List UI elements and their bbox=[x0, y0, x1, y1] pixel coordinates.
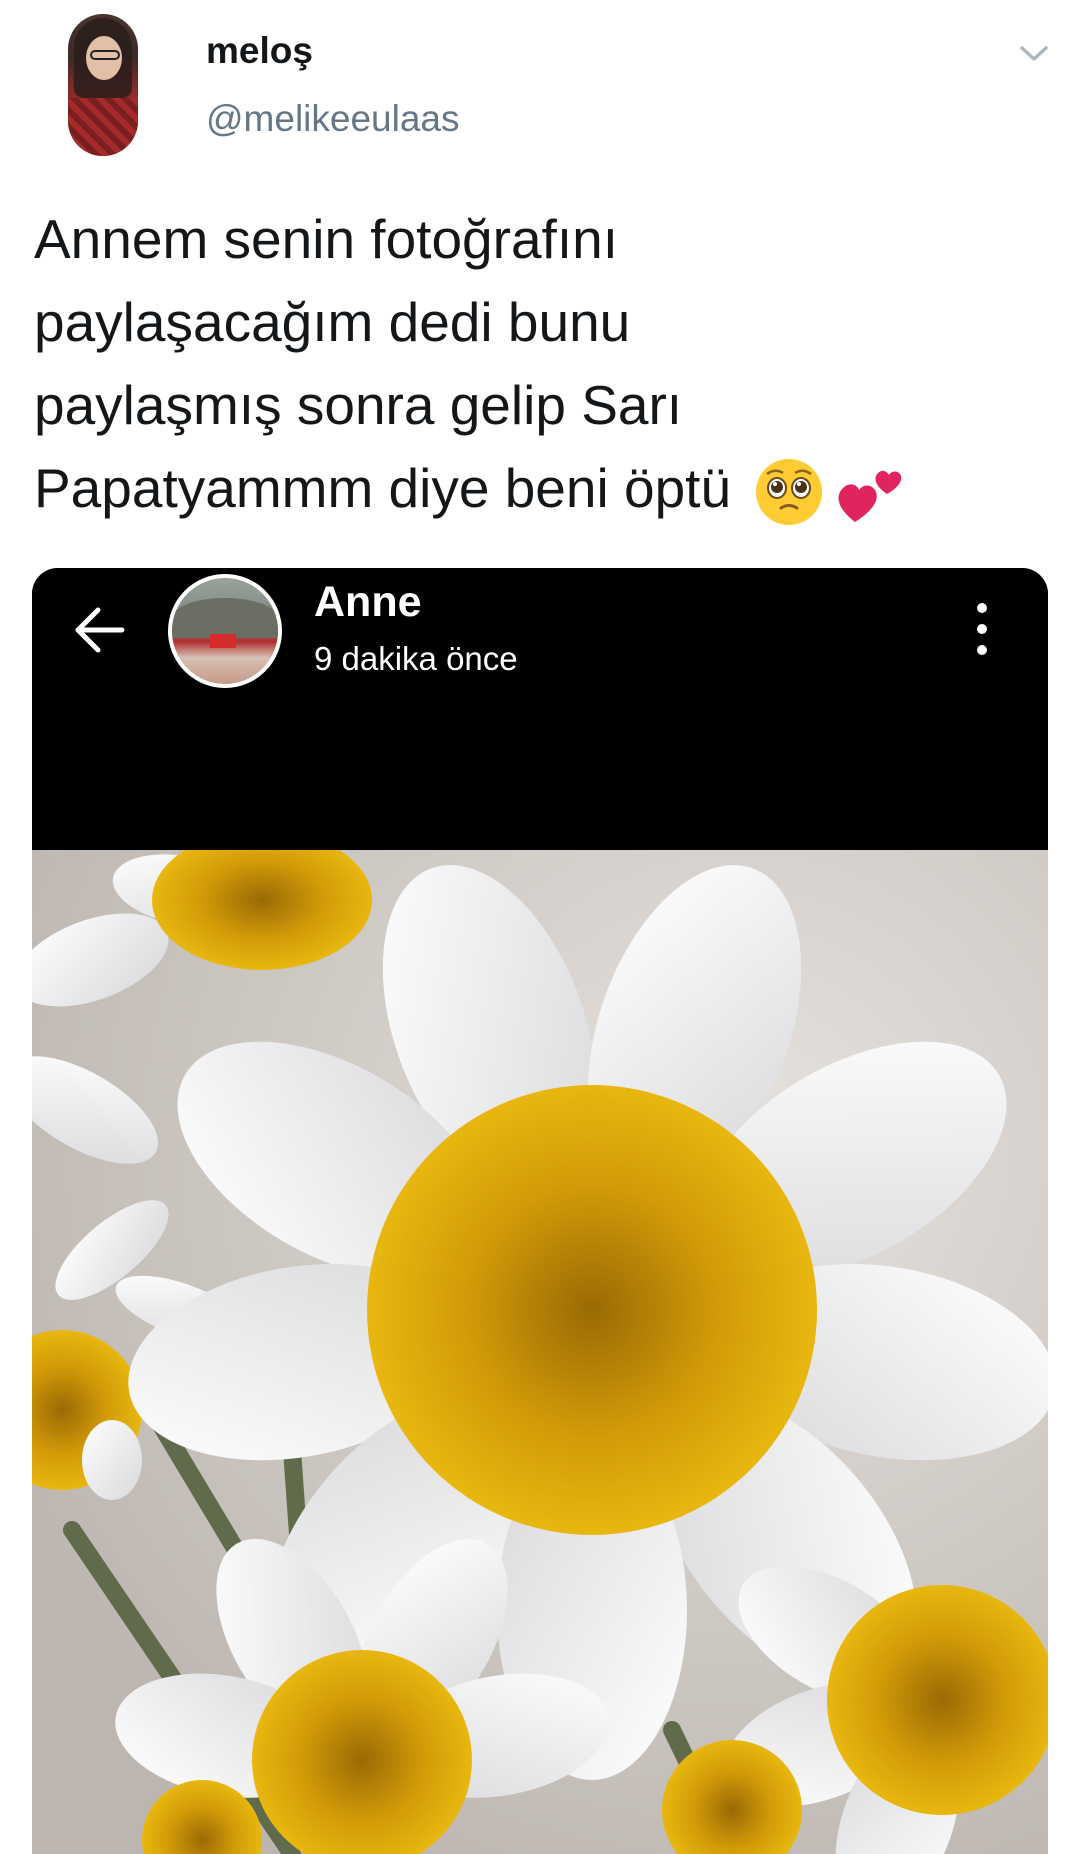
story-avatar[interactable] bbox=[168, 574, 282, 688]
tweet-text-line: Papatyammm diye beni öptü bbox=[34, 457, 732, 519]
story-screenshot[interactable]: Anne 9 dakika önce bbox=[32, 568, 1048, 1854]
author-avatar[interactable] bbox=[68, 14, 138, 156]
pleading-face-emoji bbox=[756, 459, 823, 526]
tweet-text: Annem senin fotoğrafını paylaşacağım ded… bbox=[34, 198, 1044, 530]
back-arrow-icon[interactable] bbox=[70, 600, 130, 660]
daisy-flowers-photo bbox=[32, 850, 1048, 1854]
tweet-text-line: paylaşmış sonra gelip Sarı bbox=[34, 374, 683, 436]
tweet-text-line: paylaşacağım dedi bunu bbox=[34, 291, 631, 353]
author-display-name[interactable]: meloş bbox=[206, 30, 313, 72]
two-hearts-emoji bbox=[838, 471, 902, 523]
more-vertical-icon[interactable] bbox=[972, 602, 992, 656]
story-timestamp: 9 dakika önce bbox=[314, 640, 518, 677]
story-user-name[interactable]: Anne bbox=[314, 578, 422, 627]
story-header: Anne 9 dakika önce bbox=[32, 568, 1048, 850]
author-handle[interactable]: @melikeeulaas bbox=[206, 98, 460, 140]
tweet-text-line-last: Papatyammm diye beni öptü bbox=[34, 447, 1044, 530]
chevron-down-icon[interactable] bbox=[1014, 38, 1054, 68]
tweet-text-line: Annem senin fotoğrafını bbox=[34, 208, 618, 270]
tweet-card: meloş @melikeeulaas Annem senin fotoğraf… bbox=[0, 0, 1078, 1854]
